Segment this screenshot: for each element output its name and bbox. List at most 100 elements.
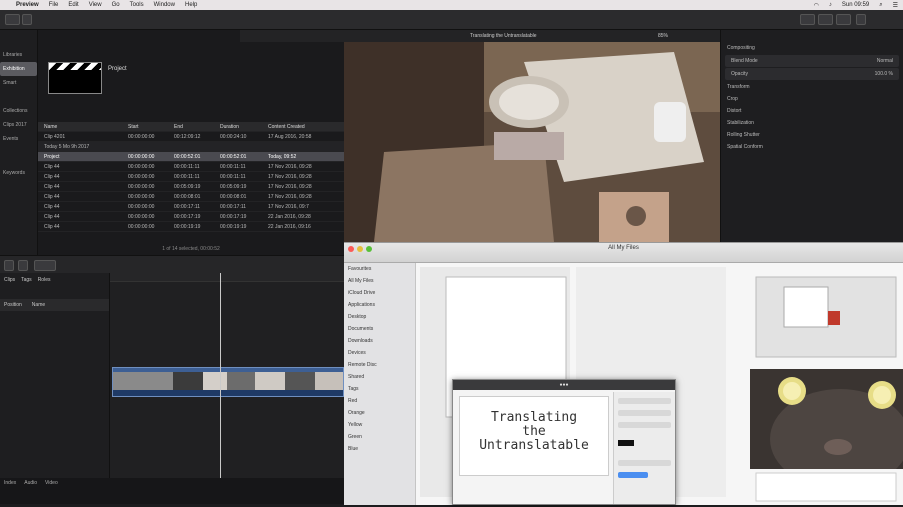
col-header-end[interactable]: End (174, 124, 220, 130)
table-row[interactable]: Project 00:00:00:00 00:00:52:01 00:00:52:01… (38, 152, 344, 162)
finder-sidebar-item[interactable]: Tags (344, 383, 415, 395)
col-name[interactable]: Name (32, 302, 45, 308)
share-button[interactable] (856, 14, 866, 25)
finder-sidebar-item[interactable]: iCloud Drive (344, 287, 415, 299)
layout-inspector-button[interactable] (836, 14, 851, 25)
cat-image (750, 369, 903, 469)
volume-icon[interactable]: ♪ (829, 2, 832, 8)
menu-edit[interactable]: Edit (68, 2, 78, 8)
tab-audio[interactable]: Audio (24, 480, 37, 486)
project-thumbnail[interactable] (48, 62, 102, 94)
undo-icon[interactable] (4, 260, 14, 271)
sidebar-item[interactable]: Collections (0, 104, 37, 118)
menu-view[interactable]: View (89, 2, 102, 8)
format-control[interactable] (618, 422, 671, 428)
finder-titlebar[interactable]: All My Files (344, 243, 903, 263)
col-header-created[interactable]: Content Created (268, 124, 344, 130)
finder-sidebar-item[interactable]: Blue (344, 443, 415, 455)
finder-sidebar-item[interactable]: Applications (344, 299, 415, 311)
finder-sidebar-item[interactable]: Green (344, 431, 415, 443)
timeline[interactable] (110, 273, 344, 478)
sidebar-item[interactable]: Smart (0, 76, 37, 90)
finder-sidebar-item[interactable]: Devices (344, 347, 415, 359)
table-row[interactable]: Clip 44 00:00:00:00 00:00:11:11 00:00:11:11… (38, 172, 344, 182)
format-toggle[interactable] (618, 472, 648, 478)
project-name: Project (108, 66, 127, 72)
tab-video[interactable]: Video (45, 480, 58, 486)
finder-sidebar-item[interactable]: Orange (344, 407, 415, 419)
finder-sidebar-item[interactable]: Favourites (344, 263, 415, 275)
app-menu[interactable]: Preview (16, 2, 39, 8)
redo-icon[interactable] (18, 260, 28, 271)
cell-created: 17 Nov 2016, 09:28 (268, 163, 312, 170)
menu-go[interactable]: Go (112, 2, 120, 8)
document-titlebar[interactable]: ●●● (453, 380, 675, 390)
table-row[interactable]: Clip 44 00:00:00:00 00:00:08:01 00:00:08:01… (38, 192, 344, 202)
blend-mode-row[interactable]: Blend Mode Normal (725, 55, 899, 67)
cat-photo[interactable] (750, 369, 903, 469)
inspector-section[interactable]: Crop (721, 93, 903, 105)
col-header-duration[interactable]: Duration (220, 124, 268, 130)
table-header: Name Start End Duration Content Created (38, 122, 344, 132)
format-control[interactable] (618, 398, 671, 404)
sidebar-item[interactable]: Clips 2017 (0, 118, 37, 132)
sidebar-item[interactable]: Libraries (0, 48, 37, 62)
format-control[interactable] (618, 460, 671, 466)
layout-browser-button[interactable] (800, 14, 815, 25)
tab-roles[interactable]: Roles (38, 277, 51, 283)
format-control[interactable] (618, 410, 671, 416)
document-window[interactable]: ●●● Translating the Untranslatable (452, 379, 676, 505)
finder-sidebar-item[interactable]: Downloads (344, 335, 415, 347)
finder-sidebar-item[interactable]: Red (344, 395, 415, 407)
finder-sidebar-item[interactable]: Yellow (344, 419, 415, 431)
table-row[interactable]: Clip 44 00:00:00:00 00:00:17:11 00:00:17:11… (38, 202, 344, 212)
table-group-row[interactable]: Today 5 Mo 9h 2017 (38, 142, 344, 152)
inspector-section[interactable]: Rolling Shutter (721, 129, 903, 141)
sidebar-item[interactable]: Keywords (0, 166, 37, 180)
import-button[interactable] (22, 14, 32, 25)
finder-sidebar-item[interactable]: Desktop (344, 311, 415, 323)
table-row[interactable]: Clip 44 00:00:00:00 00:00:19:19 00:00:19:19… (38, 222, 344, 232)
table-row[interactable]: Clip 4201 00:00:00:00 00:12:09:12 00:00:24:… (38, 132, 344, 142)
inspector-section[interactable]: Distort (721, 105, 903, 117)
menubar-clock[interactable]: Sun 09:59 (842, 2, 869, 8)
menu-window[interactable]: Window (154, 2, 175, 8)
col-header-start[interactable]: Start (128, 124, 174, 130)
document-page[interactable]: Translating the Untranslatable (459, 396, 609, 476)
finder-sidebar-item[interactable]: Remote Disc (344, 359, 415, 371)
menu-file[interactable]: File (49, 2, 59, 8)
tab-clips[interactable]: Clips (4, 277, 15, 283)
col-header-name[interactable]: Name (38, 124, 128, 130)
sidebar-item[interactable]: Events (0, 132, 37, 146)
video-viewer[interactable] (344, 42, 720, 242)
timeline-clip[interactable] (112, 367, 344, 397)
table-row[interactable]: Clip 44 00:00:00:00 00:05:09:19 00:05:09:19… (38, 182, 344, 192)
finder-sidebar-item[interactable]: Documents (344, 323, 415, 335)
inspector-section[interactable]: Spatial Conform (721, 141, 903, 153)
col-position[interactable]: Position (4, 302, 22, 308)
table-row[interactable]: Clip 44 00:00:00:00 00:00:17:19 00:00:17:19… (38, 212, 344, 222)
sidebar-item-selected[interactable]: Exhibition (0, 62, 37, 76)
inspector-section[interactable]: Transform (721, 81, 903, 93)
playhead[interactable] (220, 273, 221, 478)
color-swatch[interactable] (618, 440, 634, 446)
timeline-ruler[interactable] (110, 273, 344, 282)
tab-index[interactable]: Index (4, 480, 16, 486)
library-toggle-button[interactable] (5, 14, 20, 25)
search-icon[interactable]: ⌕ (879, 2, 882, 9)
finder-sidebar-item[interactable]: All My Files (344, 275, 415, 287)
finder-sidebar: Favourites All My Files iCloud Drive Applic… (344, 263, 416, 505)
menu-help[interactable]: Help (185, 2, 197, 8)
inspector-section[interactable]: Stabilization (721, 117, 903, 129)
inspector-section[interactable]: Compositing (721, 42, 903, 54)
menu-tools[interactable]: Tools (130, 2, 144, 8)
notification-icon[interactable]: ☰ (893, 2, 898, 9)
tool-select-button[interactable] (34, 260, 56, 271)
table-row[interactable]: Clip 44 00:00:00:00 00:00:11:11 00:00:11:11… (38, 162, 344, 172)
zoom-level[interactable]: 85% (658, 33, 668, 39)
wifi-icon[interactable]: ◠ (814, 2, 819, 9)
opacity-row[interactable]: Opacity 100.0 % (725, 68, 899, 80)
layout-timeline-button[interactable] (818, 14, 833, 25)
finder-sidebar-item[interactable]: Shared (344, 371, 415, 383)
tab-tags[interactable]: Tags (21, 277, 32, 283)
